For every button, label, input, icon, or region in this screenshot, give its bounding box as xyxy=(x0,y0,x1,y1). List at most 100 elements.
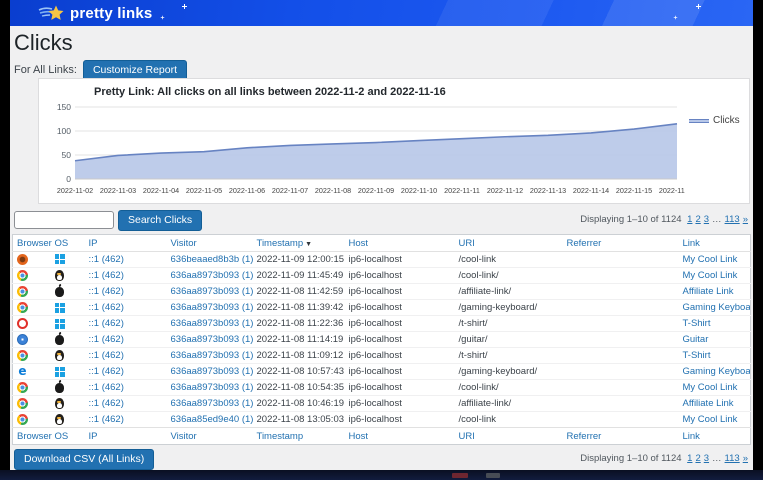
chrome-icon xyxy=(17,382,28,393)
column-header-host[interactable]: Host xyxy=(345,235,455,252)
pretty-link[interactable]: My Cool Link xyxy=(683,414,738,425)
visitor-cell: 636aa8973b093 (1) xyxy=(167,268,253,284)
visitor-link[interactable]: 636aa8973b093 (1) xyxy=(171,398,253,409)
visitor-cell: 636aa8973b093 (1) xyxy=(167,316,253,332)
ip-link[interactable]: ::1 (462) xyxy=(89,414,124,425)
svg-text:2022-11-14: 2022-11-14 xyxy=(573,186,609,195)
page-link-3[interactable]: 3 xyxy=(704,214,709,225)
ip-link[interactable]: ::1 (462) xyxy=(89,350,124,361)
timestamp-cell: 2022-11-08 13:05:03 xyxy=(253,412,345,428)
column-header-host[interactable]: Host xyxy=(345,428,455,445)
column-header-browser[interactable]: Browser xyxy=(13,428,51,445)
column-header-visitor[interactable]: Visitor xyxy=(167,235,253,252)
svg-text:2022-11-03: 2022-11-03 xyxy=(100,186,136,195)
pretty-link[interactable]: Affiliate Link xyxy=(683,398,734,409)
chrome-icon xyxy=(17,414,28,425)
visitor-cell: 636aa8973b093 (1) xyxy=(167,284,253,300)
ip-link[interactable]: ::1 (462) xyxy=(89,334,124,345)
windows-icon xyxy=(55,319,65,329)
column-header-timestamp[interactable]: Timestamp xyxy=(253,428,345,445)
visitor-link[interactable]: 636aa8973b093 (1) xyxy=(171,270,253,281)
referrer-cell xyxy=(563,348,679,364)
visitor-link[interactable]: 636aa8973b093 (1) xyxy=(171,318,253,329)
visitor-link[interactable]: 636aa8973b093 (1) xyxy=(171,366,253,377)
link-cell: Affiliate Link xyxy=(679,284,751,300)
svg-text:2022-11-09: 2022-11-09 xyxy=(358,186,394,195)
legend-swatch-clicks xyxy=(689,119,709,123)
uri-cell: /gaming-keyboard/ xyxy=(455,300,563,316)
column-header-link[interactable]: Link xyxy=(679,235,751,252)
os-cell xyxy=(51,284,85,300)
page-link-last[interactable]: 113 xyxy=(725,453,740,464)
column-header-os[interactable]: OS xyxy=(51,235,85,252)
ip-link[interactable]: ::1 (462) xyxy=(89,254,124,265)
visitor-link[interactable]: 636aa8973b093 (1) xyxy=(171,334,253,345)
pretty-link[interactable]: Gaming Keyboard xyxy=(683,366,751,377)
column-header-ip[interactable]: IP xyxy=(85,235,167,252)
os-cell xyxy=(51,268,85,284)
ip-link[interactable]: ::1 (462) xyxy=(89,286,124,297)
column-header-visitor[interactable]: Visitor xyxy=(167,428,253,445)
ip-link[interactable]: ::1 (462) xyxy=(89,382,124,393)
browser-cell xyxy=(13,268,51,284)
uri-cell: /t-shirt/ xyxy=(455,316,563,332)
ip-link[interactable]: ::1 (462) xyxy=(89,318,124,329)
ip-link[interactable]: ::1 (462) xyxy=(89,302,124,313)
column-header-referrer[interactable]: Referrer xyxy=(563,235,679,252)
visitor-link[interactable]: 636aa8973b093 (1) xyxy=(171,382,253,393)
pagination-bottom: Displaying 1–10 of 1124 123…113» xyxy=(580,453,748,464)
os-cell xyxy=(51,252,85,268)
visitor-link[interactable]: 636aa8973b093 (1) xyxy=(171,350,253,361)
page-link-1[interactable]: 1 xyxy=(687,453,692,464)
clicks-area-chart: 0501001502022-11-022022-11-032022-11-042… xyxy=(45,101,685,206)
visitor-link[interactable]: 636aa8973b093 (1) xyxy=(171,286,253,297)
column-header-link[interactable]: Link xyxy=(679,428,751,445)
table-header-row: BrowserOSIPVisitorTimestamp▼HostURIRefer… xyxy=(13,235,751,252)
column-header-uri[interactable]: URI xyxy=(455,235,563,252)
referrer-cell xyxy=(563,268,679,284)
visitor-link[interactable]: 636beaaed8b3b (1) xyxy=(171,254,253,265)
taskbar-item xyxy=(486,473,500,478)
pretty-link[interactable]: Affiliate Link xyxy=(683,286,734,297)
svg-text:2022-11-08: 2022-11-08 xyxy=(315,186,351,195)
pretty-link[interactable]: My Cool Link xyxy=(683,254,738,265)
table-row: ::1 (462)636aa8973b093 (1)2022-11-08 10:… xyxy=(13,396,751,412)
link-cell: My Cool Link xyxy=(679,252,751,268)
column-header-referrer[interactable]: Referrer xyxy=(563,428,679,445)
pretty-link[interactable]: Guitar xyxy=(683,334,709,345)
svg-text:2022-11-04: 2022-11-04 xyxy=(143,186,179,195)
page-next-link[interactable]: » xyxy=(743,214,748,225)
visitor-link[interactable]: 636aa8973b093 (1) xyxy=(171,302,253,313)
page-next-link[interactable]: » xyxy=(743,453,748,464)
ip-cell: ::1 (462) xyxy=(85,396,167,412)
pretty-link[interactable]: T-Shirt xyxy=(683,350,711,361)
pretty-link[interactable]: Gaming Keyboard xyxy=(683,302,751,313)
linux-icon xyxy=(55,270,64,281)
page-link-2[interactable]: 2 xyxy=(695,214,700,225)
download-csv-button[interactable]: Download CSV (All Links) xyxy=(14,449,154,470)
pretty-link[interactable]: My Cool Link xyxy=(683,382,738,393)
visitor-cell: 636aa8973b093 (1) xyxy=(167,300,253,316)
pretty-links-logo: pretty links xyxy=(38,4,152,22)
page-link-3[interactable]: 3 xyxy=(704,453,709,464)
host-cell: ip6-localhost xyxy=(345,332,455,348)
pretty-links-app-window: pretty links Clicks For All Links: Custo… xyxy=(10,0,753,470)
ip-link[interactable]: ::1 (462) xyxy=(89,366,124,377)
search-input[interactable] xyxy=(14,211,114,229)
column-header-os[interactable]: OS xyxy=(51,428,85,445)
page-link-1[interactable]: 1 xyxy=(687,214,692,225)
pretty-link[interactable]: T-Shirt xyxy=(683,318,711,329)
page-link-2[interactable]: 2 xyxy=(695,453,700,464)
search-clicks-button[interactable]: Search Clicks xyxy=(118,210,202,231)
ip-link[interactable]: ::1 (462) xyxy=(89,270,124,281)
column-header-ip[interactable]: IP xyxy=(85,428,167,445)
column-header-timestamp[interactable]: Timestamp▼ xyxy=(253,235,345,252)
visitor-cell: 636aa8973b093 (1) xyxy=(167,396,253,412)
browser-cell xyxy=(13,348,51,364)
pretty-link[interactable]: My Cool Link xyxy=(683,270,738,281)
column-header-browser[interactable]: Browser xyxy=(13,235,51,252)
column-header-uri[interactable]: URI xyxy=(455,428,563,445)
ip-link[interactable]: ::1 (462) xyxy=(89,398,124,409)
visitor-link[interactable]: 636aa85ed9e40 (1) xyxy=(171,414,253,425)
page-link-last[interactable]: 113 xyxy=(725,214,740,225)
